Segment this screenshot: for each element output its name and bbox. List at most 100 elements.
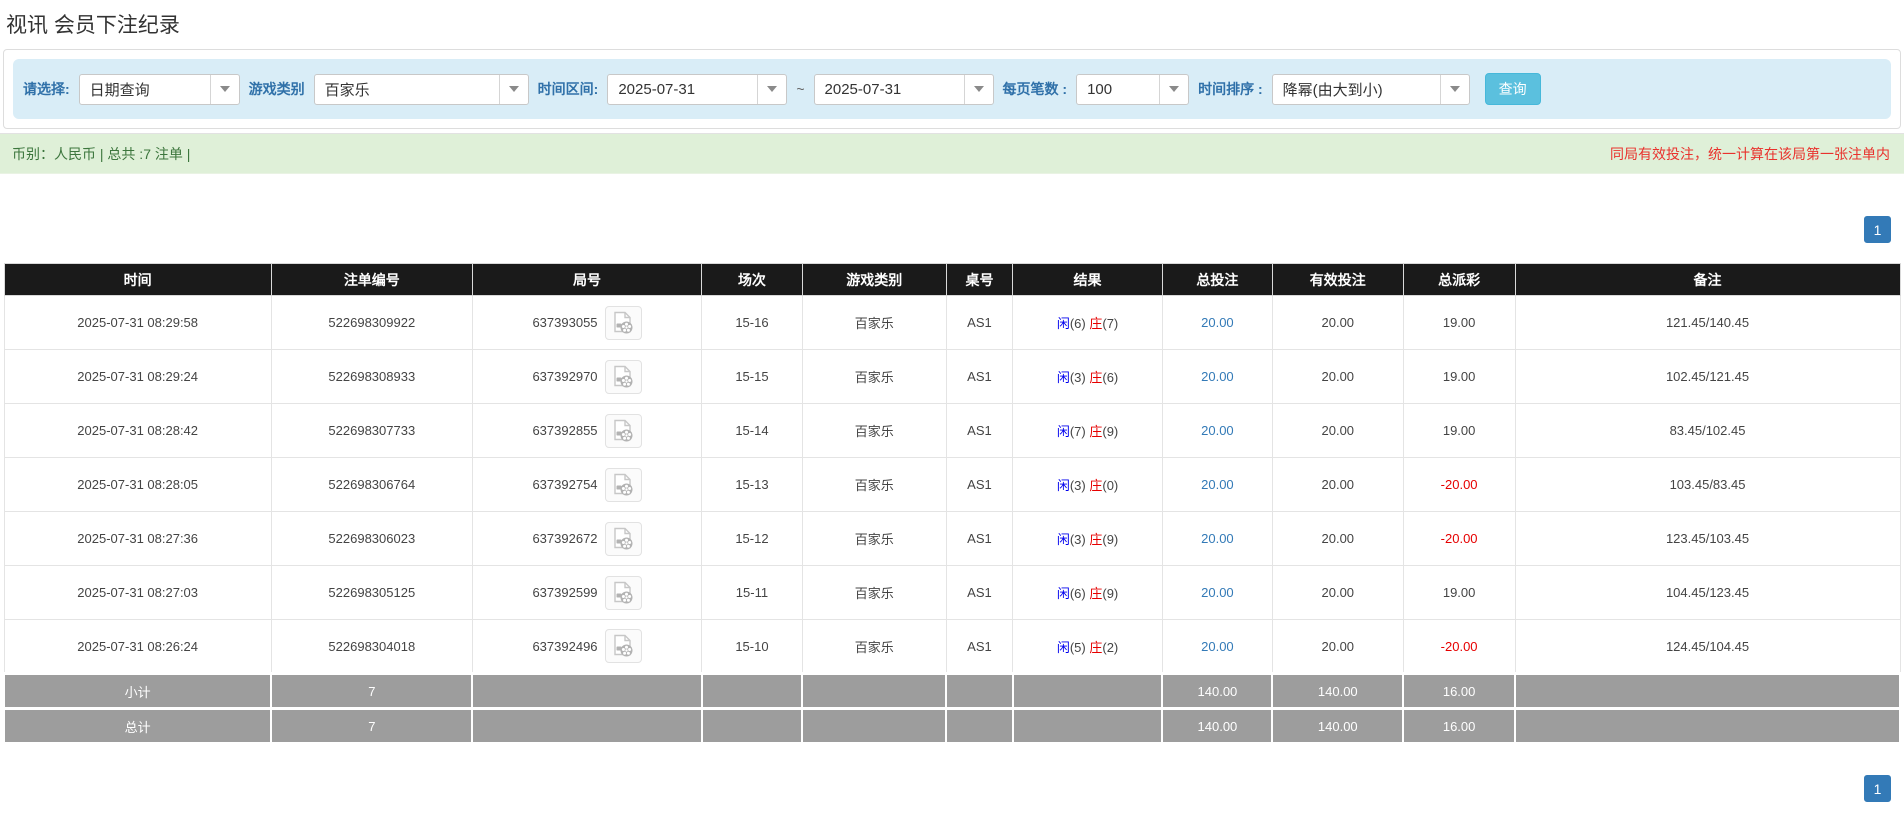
sort-order-select[interactable]: 降幂(由大到小) — [1271, 73, 1470, 105]
cell-valid-bet: 20.00 — [1271, 349, 1404, 404]
total-bet-link[interactable]: 20.00 — [1201, 315, 1234, 330]
result-player-points: (3) — [1069, 478, 1086, 493]
result-player-points: (6) — [1069, 316, 1086, 331]
cell-total-bet: 20.00 — [1161, 565, 1273, 620]
cell-remark: 121.45/140.45 — [1514, 295, 1901, 350]
cell-valid-bet: 20.00 — [1271, 295, 1404, 350]
table-row: 2025-07-31 08:27:03 522698305125 6373925… — [3, 565, 1901, 620]
cell-time: 2025-07-31 08:28:42 — [3, 403, 272, 458]
chevron-down-icon — [219, 86, 230, 92]
total-bet-link[interactable]: 20.00 — [1201, 531, 1234, 546]
cell-result: 闲(6) 庄(7) — [1012, 295, 1163, 350]
chevron-down-icon[interactable] — [1159, 74, 1189, 104]
result-banker-points: (9) — [1102, 586, 1119, 601]
bet-records-table: 时间 注单编号 局号 场次 游戏类别 桌号 结果 总投注 有效投注 总派彩 备注… — [2, 263, 1901, 745]
result-player: 闲 — [1056, 586, 1070, 601]
total-bet-link[interactable]: 20.00 — [1201, 369, 1234, 384]
pagination-bottom: 1 — [0, 775, 1904, 814]
cell-payout: 19.00 — [1402, 349, 1516, 404]
table-row: 2025-07-31 08:28:42 522698307733 6373928… — [3, 403, 1901, 458]
table-row: 2025-07-31 08:27:36 522698306023 6373926… — [3, 511, 1901, 566]
cell-game-type: 百家乐 — [801, 403, 947, 458]
cell-remark: 102.45/121.45 — [1514, 349, 1901, 404]
chevron-down-icon[interactable] — [757, 74, 787, 104]
cell-remark: 104.45/123.45 — [1514, 565, 1901, 620]
cell-time: 2025-07-31 08:29:58 — [3, 295, 272, 350]
cell-result: 闲(3) 庄(0) — [1012, 457, 1163, 512]
total-bet-link[interactable]: 20.00 — [1201, 639, 1234, 654]
video-file-icon — [614, 634, 633, 657]
result-player-points: (7) — [1069, 424, 1086, 439]
cell-table-no: AS1 — [945, 295, 1014, 350]
video-record-button[interactable] — [604, 629, 642, 663]
video-record-button[interactable] — [604, 359, 642, 394]
page-size-select[interactable]: 100 — [1076, 73, 1190, 105]
total-bet-link[interactable]: 20.00 — [1201, 423, 1234, 438]
cell-time: 2025-07-31 08:26:24 — [3, 619, 272, 674]
pagination-top: 1 — [0, 216, 1904, 243]
date-range-separator: ~ — [796, 81, 805, 97]
query-type-label: 请选择: — [23, 81, 70, 97]
filter-panel: 请选择: 日期查询 游戏类别 百家乐 时间区间: 2025-07-31 ~ 20… — [3, 49, 1901, 129]
video-record-button[interactable] — [604, 467, 642, 502]
search-button[interactable]: 查询 — [1484, 73, 1541, 105]
cell-payout: -20.00 — [1402, 511, 1516, 566]
chevron-down-icon[interactable] — [1439, 74, 1469, 104]
video-record-button[interactable] — [604, 413, 642, 448]
result-banker-points: (0) — [1102, 478, 1119, 493]
chevron-down-icon — [508, 86, 519, 92]
valid-bet-notice-text: 同局有效投注，统一计算在该局第一张注单内 — [1610, 145, 1890, 162]
cell-remark: 83.45/102.45 — [1514, 403, 1901, 458]
col-header-remark: 备注 — [1514, 263, 1901, 296]
cell-game-type: 百家乐 — [801, 295, 947, 350]
cell-total-bet: 20.00 — [1161, 457, 1273, 512]
cell-session: 15-13 — [701, 457, 803, 512]
chevron-down-icon[interactable] — [209, 74, 239, 104]
total-bet-link[interactable]: 20.00 — [1201, 585, 1234, 600]
page-1-button[interactable]: 1 — [1864, 216, 1891, 243]
cell-result: 闲(3) 庄(6) — [1012, 349, 1163, 404]
video-record-button[interactable] — [604, 521, 642, 556]
date-from-value: 2025-07-31 — [618, 80, 696, 98]
query-type-select[interactable]: 日期查询 — [78, 73, 240, 105]
cell-table-no: AS1 — [945, 619, 1014, 674]
date-from-select[interactable]: 2025-07-31 — [607, 73, 788, 105]
cell-bet-id: 522698308933 — [270, 349, 473, 404]
cell-game-type: 百家乐 — [801, 457, 947, 512]
page: 视讯 会员下注纪录 请选择: 日期查询 游戏类别 百家乐 时间区间: 2025-… — [0, 0, 1904, 814]
cell-time: 2025-07-31 08:27:36 — [3, 511, 272, 566]
total-bet-link[interactable]: 20.00 — [1201, 477, 1234, 492]
table-body: 2025-07-31 08:29:58 522698309922 6373930… — [3, 295, 1901, 674]
cell-result: 闲(7) 庄(9) — [1012, 403, 1163, 458]
cell-remark: 103.45/83.45 — [1514, 457, 1901, 512]
cell-valid-bet: 20.00 — [1271, 565, 1404, 620]
cell-session: 15-11 — [701, 565, 803, 620]
cell-round-id: 637392754 — [471, 457, 703, 512]
cell-total-bet: 20.00 — [1161, 295, 1273, 350]
date-to-select[interactable]: 2025-07-31 — [813, 73, 994, 105]
round-id-text: 637392754 — [532, 477, 598, 492]
result-player-points: (3) — [1069, 370, 1086, 385]
col-header-table-no: 桌号 — [945, 263, 1014, 296]
video-record-button[interactable] — [604, 575, 642, 610]
cell-time: 2025-07-31 08:29:24 — [3, 349, 272, 404]
chevron-down-icon[interactable] — [498, 74, 528, 104]
page-1-button[interactable]: 1 — [1864, 775, 1891, 802]
game-type-label: 游戏类别 — [248, 81, 305, 97]
col-header-session: 场次 — [701, 263, 803, 296]
game-type-select[interactable]: 百家乐 — [313, 73, 529, 105]
cell-session: 15-14 — [701, 403, 803, 458]
round-id-text: 637392599 — [532, 585, 598, 600]
filter-bar: 请选择: 日期查询 游戏类别 百家乐 时间区间: 2025-07-31 ~ 20… — [13, 59, 1891, 119]
cell-round-id: 637392496 — [471, 619, 703, 674]
cell-payout: 19.00 — [1402, 295, 1516, 350]
cell-bet-id: 522698305125 — [270, 565, 473, 620]
date-range-label: 时间区间: — [537, 81, 599, 97]
sort-order-label: 时间排序 : — [1198, 81, 1263, 97]
date-to-value: 2025-07-31 — [824, 80, 902, 98]
cell-session: 15-16 — [701, 295, 803, 350]
subtotal-count: 7 — [270, 672, 474, 710]
video-record-button[interactable] — [604, 305, 642, 340]
chevron-down-icon[interactable] — [963, 74, 993, 104]
cell-valid-bet: 20.00 — [1271, 403, 1404, 458]
